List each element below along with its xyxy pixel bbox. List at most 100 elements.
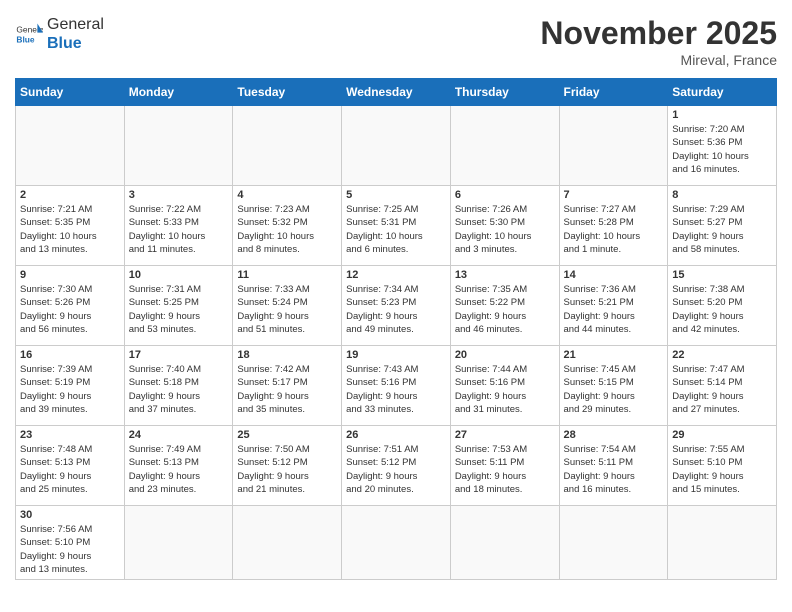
day-cell: 1 Sunrise: 7:20 AM Sunset: 5:36 PM Daylig… — [668, 106, 777, 186]
weekday-header-tuesday: Tuesday — [233, 79, 342, 106]
day-number: 6 — [455, 189, 555, 201]
month-title: November 2025 — [540, 15, 777, 52]
day-number: 18 — [237, 349, 337, 361]
day-cell: 26 Sunrise: 7:51 AM Sunset: 5:12 PM Dayli… — [342, 426, 451, 506]
day-info: Sunrise: 7:49 AM Sunset: 5:13 PM Dayligh… — [129, 443, 229, 496]
day-cell: 28Sunrise: 7:54 AM Sunset: 5:11 PM Dayli… — [559, 426, 668, 506]
day-cell — [668, 506, 777, 580]
calendar-table: SundayMondayTuesdayWednesdayThursdayFrid… — [15, 78, 777, 580]
day-cell: 15Sunrise: 7:38 AM Sunset: 5:20 PM Dayli… — [668, 266, 777, 346]
day-info: Sunrise: 7:21 AM Sunset: 5:35 PM Dayligh… — [20, 203, 120, 256]
day-cell — [559, 506, 668, 580]
day-number: 30 — [20, 509, 120, 521]
day-cell: 11Sunrise: 7:33 AM Sunset: 5:24 PM Dayli… — [233, 266, 342, 346]
day-info: Sunrise: 7:29 AM Sunset: 5:27 PM Dayligh… — [672, 203, 772, 256]
day-cell: 3 Sunrise: 7:22 AM Sunset: 5:33 PM Daylig… — [124, 186, 233, 266]
day-cell: 29Sunrise: 7:55 AM Sunset: 5:10 PM Dayli… — [668, 426, 777, 506]
weekday-header-saturday: Saturday — [668, 79, 777, 106]
day-info: Sunrise: 7:54 AM Sunset: 5:11 PM Dayligh… — [564, 443, 664, 496]
day-info: Sunrise: 7:23 AM Sunset: 5:32 PM Dayligh… — [237, 203, 337, 256]
day-info: Sunrise: 7:56 AM Sunset: 5:10 PM Dayligh… — [20, 523, 120, 576]
day-cell: 6 Sunrise: 7:26 AM Sunset: 5:30 PM Daylig… — [450, 186, 559, 266]
day-cell — [233, 506, 342, 580]
day-info: Sunrise: 7:35 AM Sunset: 5:22 PM Dayligh… — [455, 283, 555, 336]
day-number: 27 — [455, 429, 555, 441]
day-info: Sunrise: 7:47 AM Sunset: 5:14 PM Dayligh… — [672, 363, 772, 416]
day-cell — [124, 506, 233, 580]
day-info: Sunrise: 7:34 AM Sunset: 5:23 PM Dayligh… — [346, 283, 446, 336]
day-number: 23 — [20, 429, 120, 441]
day-number: 15 — [672, 269, 772, 281]
day-number: 9 — [20, 269, 120, 281]
weekday-header-row: SundayMondayTuesdayWednesdayThursdayFrid… — [16, 79, 777, 106]
day-cell — [233, 106, 342, 186]
weekday-header-thursday: Thursday — [450, 79, 559, 106]
day-number: 12 — [346, 269, 446, 281]
day-cell: 23 Sunrise: 7:48 AM Sunset: 5:13 PM Dayli… — [16, 426, 125, 506]
day-info: Sunrise: 7:55 AM Sunset: 5:10 PM Dayligh… — [672, 443, 772, 496]
day-cell: 12 Sunrise: 7:34 AM Sunset: 5:23 PM Dayli… — [342, 266, 451, 346]
day-number: 13 — [455, 269, 555, 281]
location: Mireval, France — [540, 52, 777, 68]
day-cell — [559, 106, 668, 186]
day-cell: 8 Sunrise: 7:29 AM Sunset: 5:27 PM Daylig… — [668, 186, 777, 266]
day-info: Sunrise: 7:50 AM Sunset: 5:12 PM Dayligh… — [237, 443, 337, 496]
day-cell: 16Sunrise: 7:39 AM Sunset: 5:19 PM Dayli… — [16, 346, 125, 426]
day-info: Sunrise: 7:43 AM Sunset: 5:16 PM Dayligh… — [346, 363, 446, 416]
day-cell — [16, 106, 125, 186]
day-number: 21 — [564, 349, 664, 361]
day-number: 11 — [237, 269, 337, 281]
day-number: 10 — [129, 269, 229, 281]
day-cell: 14Sunrise: 7:36 AM Sunset: 5:21 PM Dayli… — [559, 266, 668, 346]
week-row-6: 30 Sunrise: 7:56 AM Sunset: 5:10 PM Dayli… — [16, 506, 777, 580]
day-cell: 21 Sunrise: 7:45 AM Sunset: 5:15 PM Dayli… — [559, 346, 668, 426]
day-cell: 9 Sunrise: 7:30 AM Sunset: 5:26 PM Daylig… — [16, 266, 125, 346]
weekday-header-wednesday: Wednesday — [342, 79, 451, 106]
day-cell: 22 Sunrise: 7:47 AM Sunset: 5:14 PM Dayli… — [668, 346, 777, 426]
day-cell: 17Sunrise: 7:40 AM Sunset: 5:18 PM Dayli… — [124, 346, 233, 426]
weekday-header-sunday: Sunday — [16, 79, 125, 106]
day-number: 3 — [129, 189, 229, 201]
day-cell: 19 Sunrise: 7:43 AM Sunset: 5:16 PM Dayli… — [342, 346, 451, 426]
week-row-1: 1 Sunrise: 7:20 AM Sunset: 5:36 PM Daylig… — [16, 106, 777, 186]
day-number: 4 — [237, 189, 337, 201]
week-row-5: 23 Sunrise: 7:48 AM Sunset: 5:13 PM Dayli… — [16, 426, 777, 506]
day-number: 19 — [346, 349, 446, 361]
day-number: 26 — [346, 429, 446, 441]
day-number: 17 — [129, 349, 229, 361]
day-cell: 10Sunrise: 7:31 AM Sunset: 5:25 PM Dayli… — [124, 266, 233, 346]
day-number: 8 — [672, 189, 772, 201]
day-number: 22 — [672, 349, 772, 361]
day-number: 1 — [672, 109, 772, 121]
day-cell — [124, 106, 233, 186]
svg-text:Blue: Blue — [16, 35, 34, 45]
day-info: Sunrise: 7:51 AM Sunset: 5:12 PM Dayligh… — [346, 443, 446, 496]
day-cell: 24Sunrise: 7:49 AM Sunset: 5:13 PM Dayli… — [124, 426, 233, 506]
day-cell — [450, 506, 559, 580]
day-info: Sunrise: 7:26 AM Sunset: 5:30 PM Dayligh… — [455, 203, 555, 256]
day-cell: 25Sunrise: 7:50 AM Sunset: 5:12 PM Dayli… — [233, 426, 342, 506]
day-info: Sunrise: 7:45 AM Sunset: 5:15 PM Dayligh… — [564, 363, 664, 416]
day-cell — [342, 106, 451, 186]
week-row-3: 9 Sunrise: 7:30 AM Sunset: 5:26 PM Daylig… — [16, 266, 777, 346]
day-number: 7 — [564, 189, 664, 201]
weekday-header-friday: Friday — [559, 79, 668, 106]
day-info: Sunrise: 7:20 AM Sunset: 5:36 PM Dayligh… — [672, 123, 772, 176]
day-info: Sunrise: 7:30 AM Sunset: 5:26 PM Dayligh… — [20, 283, 120, 336]
day-info: Sunrise: 7:39 AM Sunset: 5:19 PM Dayligh… — [20, 363, 120, 416]
day-cell: 7 Sunrise: 7:27 AM Sunset: 5:28 PM Daylig… — [559, 186, 668, 266]
day-info: Sunrise: 7:48 AM Sunset: 5:13 PM Dayligh… — [20, 443, 120, 496]
day-cell: 2Sunrise: 7:21 AM Sunset: 5:35 PM Daylig… — [16, 186, 125, 266]
day-cell: 20Sunrise: 7:44 AM Sunset: 5:16 PM Dayli… — [450, 346, 559, 426]
day-cell: 18Sunrise: 7:42 AM Sunset: 5:17 PM Dayli… — [233, 346, 342, 426]
title-section: November 2025 Mireval, France — [540, 15, 777, 68]
day-cell: 27Sunrise: 7:53 AM Sunset: 5:11 PM Dayli… — [450, 426, 559, 506]
day-number: 5 — [346, 189, 446, 201]
day-info: Sunrise: 7:22 AM Sunset: 5:33 PM Dayligh… — [129, 203, 229, 256]
weekday-header-monday: Monday — [124, 79, 233, 106]
week-row-4: 16Sunrise: 7:39 AM Sunset: 5:19 PM Dayli… — [16, 346, 777, 426]
day-info: Sunrise: 7:27 AM Sunset: 5:28 PM Dayligh… — [564, 203, 664, 256]
day-cell: 13 Sunrise: 7:35 AM Sunset: 5:22 PM Dayli… — [450, 266, 559, 346]
logo: General Blue General Blue — [15, 15, 104, 53]
day-cell — [342, 506, 451, 580]
